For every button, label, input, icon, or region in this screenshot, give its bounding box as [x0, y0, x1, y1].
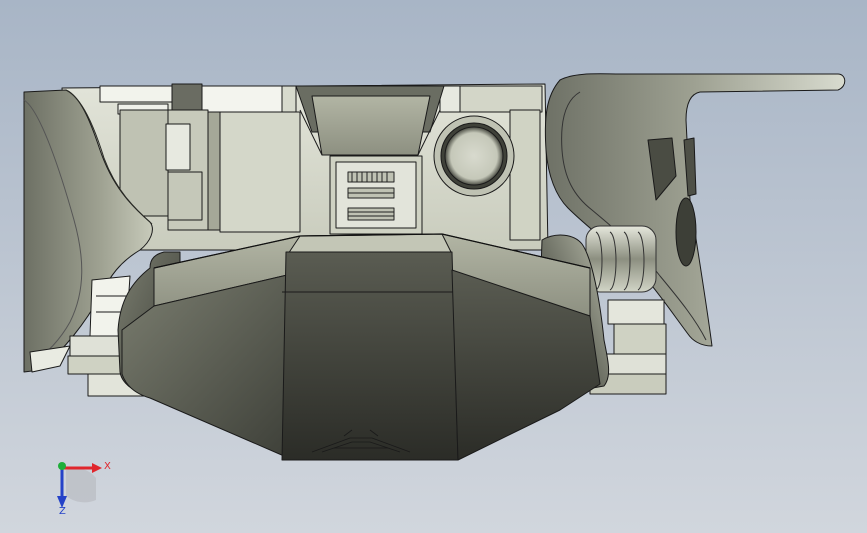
cad-viewport[interactable]: X Z [0, 0, 867, 533]
viewport-canvas[interactable]: X Z [0, 0, 867, 533]
inner-wall-post [207, 111, 221, 231]
right-lower-step [603, 353, 667, 375]
left-stack-lower [167, 171, 203, 221]
right-lower-block-2 [613, 323, 667, 355]
center-lid-face [311, 95, 431, 156]
bumper-top-center [287, 233, 453, 255]
top-block-dark [171, 83, 203, 113]
triad-z-label: Z [59, 506, 66, 517]
left-stack-tab [165, 123, 191, 171]
inner-panel [219, 111, 301, 233]
right-clip-slot [675, 197, 697, 267]
bumper-front-face [281, 251, 459, 461]
right-lower-block [607, 299, 665, 325]
round-hole [444, 126, 504, 186]
top-block-right-b [459, 85, 543, 113]
vent-slots [347, 171, 395, 221]
inner-wall-right [509, 109, 541, 241]
top-block-white [201, 85, 283, 113]
triad-x-label: X [104, 461, 111, 472]
spring [585, 225, 657, 293]
top-block-left [99, 85, 173, 103]
triad-y-axis [58, 462, 66, 470]
top-block-side [281, 85, 297, 113]
